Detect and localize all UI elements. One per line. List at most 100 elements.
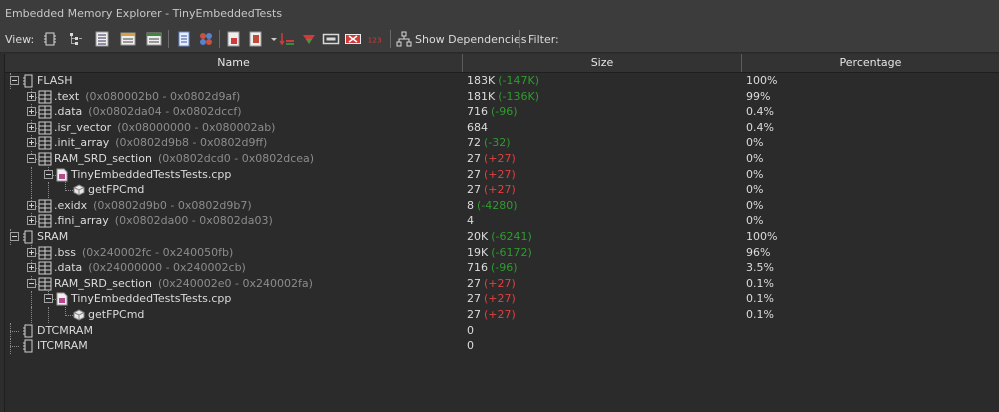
expand-icon[interactable] xyxy=(27,122,36,132)
row-size-value: 183K xyxy=(467,74,496,87)
numbers-icon[interactable]: 123 xyxy=(366,30,388,48)
row-name: SRAM xyxy=(37,229,68,245)
tree-view-icon[interactable] xyxy=(67,30,85,48)
table-row[interactable]: TinyEmbeddedTestsTests.cpp 27 (+27) 0% xyxy=(5,166,999,183)
memory-view-icon[interactable] xyxy=(41,30,59,48)
dependencies-icon[interactable] xyxy=(395,30,413,48)
expand-icon[interactable] xyxy=(27,216,36,226)
table-row[interactable]: .isr_vector (0x08000000 - 0x080002ab) 684 0… xyxy=(5,119,999,136)
column-header-percentage[interactable]: Percentage xyxy=(742,54,999,72)
collapse-icon[interactable] xyxy=(10,232,19,241)
row-name: .init_array (0x0802d9b8 - 0x0802d9ff) xyxy=(54,135,267,151)
row-size-delta: (+27) xyxy=(484,152,516,165)
row-percentage: 0.1% xyxy=(746,276,774,290)
tree-connector xyxy=(65,182,66,192)
highlight-icon[interactable] xyxy=(300,30,318,48)
section-icon xyxy=(38,277,52,291)
collapse-icon[interactable] xyxy=(44,169,53,179)
expand-icon[interactable] xyxy=(27,91,36,101)
table-row[interactable]: .bss (0x240002fc - 0x240050fb) 19K (-6172) 9… xyxy=(5,244,999,261)
toolbar-separator xyxy=(168,30,169,48)
row-size-delta: (-96) xyxy=(491,105,518,119)
expand-icon[interactable] xyxy=(27,138,36,148)
row-size: 72 (-32) xyxy=(467,135,511,151)
row-name-label: .isr_vector xyxy=(54,120,112,134)
row-size-value: 716 xyxy=(467,105,488,119)
row-name-label: .exidx xyxy=(54,198,88,212)
row-address-range: (0x0802da04 - 0x0802dccf) xyxy=(88,105,242,119)
column-header-size[interactable]: Size xyxy=(463,54,742,72)
section-icon xyxy=(38,199,52,213)
row-size: 27 (+27) xyxy=(467,151,516,167)
table-row[interactable]: .text (0x080002b0 - 0x0802d9af) 181K (-136K… xyxy=(5,88,999,105)
section-icon xyxy=(38,90,52,104)
group-icon[interactable] xyxy=(197,30,215,48)
table-row[interactable]: TinyEmbeddedTestsTests.cpp 27 (+27) 0.1% xyxy=(5,291,999,308)
symbol-view-icon[interactable] xyxy=(145,30,163,48)
collapse-icon[interactable] xyxy=(27,154,36,163)
tree-connector xyxy=(31,291,32,308)
row-size-delta: (-96) xyxy=(491,261,518,275)
collapse-icon[interactable] xyxy=(27,278,36,288)
tree-connector xyxy=(10,346,19,348)
title-bar: Embedded Memory Explorer - TinyEmbeddedT… xyxy=(0,0,999,26)
expand-icon[interactable] xyxy=(27,263,36,273)
row-size-value: 181K xyxy=(467,89,496,103)
table-row[interactable]: RAM_SRD_section (0x240002e0 - 0x240002fa)… xyxy=(5,275,999,292)
row-address-range: (0x08000000 - 0x080002ab) xyxy=(117,120,276,134)
row-size: 183K (-147K) xyxy=(467,73,539,89)
filter-label: Filter: xyxy=(528,33,559,46)
row-address-range: (0x0802da00 - 0x0802da03) xyxy=(114,214,273,228)
table-row[interactable]: SRAM 20K (-6241) 100% xyxy=(5,229,999,245)
row-name-label: .fini_array xyxy=(54,214,109,228)
table-row[interactable]: getFPCmd 27 (+27) 0.1% xyxy=(5,307,999,323)
expand-icon[interactable] xyxy=(27,247,36,257)
table-row[interactable]: FLASH 183K (-147K) 100% xyxy=(5,73,999,89)
row-size-delta: (-4280) xyxy=(477,198,518,212)
table-row[interactable]: .data (0x0802da04 - 0x0802dccf) 716 (-96) 0.… xyxy=(5,104,999,120)
row-size-delta: (-136K) xyxy=(498,89,539,103)
list-view-icon[interactable] xyxy=(93,30,111,48)
section-view-icon[interactable] xyxy=(119,30,137,48)
row-percentage: 96% xyxy=(746,245,771,259)
row-size-value: 19K xyxy=(467,245,489,259)
tree-connector xyxy=(48,182,49,199)
row-size: 8 (-4280) xyxy=(467,198,518,214)
table-row[interactable]: .exidx (0x0802d9b0 - 0x0802d9b7) 8 (-4280) 0… xyxy=(5,197,999,214)
row-percentage: 0.4% xyxy=(746,120,774,134)
export-dropdown-icon[interactable] xyxy=(247,30,265,48)
chevron-down-icon[interactable] xyxy=(265,30,277,48)
table-row[interactable]: getFPCmd 27 (+27) 0% xyxy=(5,182,999,199)
table-row[interactable]: DTCMRAM 0 xyxy=(5,322,999,339)
row-name-label: .text xyxy=(54,89,80,103)
row-percentage: 0.1% xyxy=(746,308,774,321)
tree-connector xyxy=(31,182,32,199)
table-row[interactable]: .data (0x24000000 - 0x240002cb) 716 (-96) 3.… xyxy=(5,260,999,276)
expand-icon[interactable] xyxy=(27,200,36,210)
collapse-icon[interactable] xyxy=(10,76,19,85)
row-name: ITCMRAM xyxy=(37,338,88,354)
document-icon[interactable] xyxy=(175,30,193,48)
row-percentage: 0% xyxy=(746,167,764,181)
table-row[interactable]: ITCMRAM 0 xyxy=(5,338,999,355)
table-header: Name Size Percentage xyxy=(5,54,999,73)
export-icon[interactable] xyxy=(225,30,243,48)
table-row[interactable]: .fini_array (0x0802da00 - 0x0802da03) 4 0% xyxy=(5,213,999,229)
table-row[interactable]: .init_array (0x0802d9b8 - 0x0802d9ff) 72 (-… xyxy=(5,135,999,151)
row-size-value: 72 xyxy=(467,136,481,150)
row-size-value: 27 xyxy=(467,183,481,197)
column-header-name[interactable]: Name xyxy=(5,54,463,72)
row-size: 20K (-6241) xyxy=(467,229,532,245)
table-row[interactable]: RAM_SRD_section (0x0802dcd0 - 0x0802dcea)… xyxy=(5,151,999,167)
clear-icon[interactable] xyxy=(344,30,362,48)
row-size-value: 684 xyxy=(467,120,488,134)
row-size-value: 27 xyxy=(467,152,481,165)
collapse-icon[interactable] xyxy=(44,294,53,304)
row-percentage: 99% xyxy=(746,89,771,103)
show-dependencies-button[interactable]: Show Dependencies xyxy=(415,33,526,46)
expand-icon[interactable] xyxy=(27,107,36,117)
row-size: 684 xyxy=(467,120,488,136)
frame-icon[interactable] xyxy=(322,30,340,48)
sort-icon[interactable] xyxy=(278,30,296,48)
row-percentage: 0% xyxy=(746,136,764,150)
